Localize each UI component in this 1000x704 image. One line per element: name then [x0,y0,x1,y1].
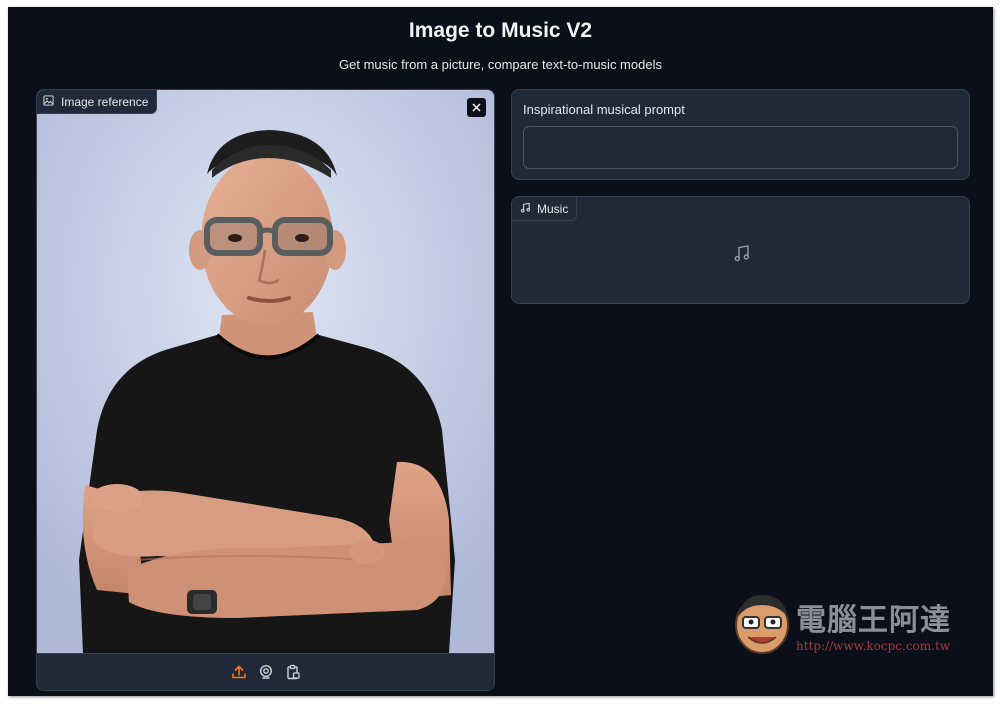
prompt-label: Inspirational musical prompt [523,102,685,117]
prompt-textarea[interactable] [523,126,958,169]
upload-icon[interactable] [230,664,247,681]
watermark: 電腦王阿達 http://www.kocpc.com.tw [730,587,980,662]
music-output-panel: Music [511,196,970,304]
watermark-title: 電腦王阿達 [796,603,951,638]
clear-image-button[interactable] [467,98,486,117]
watermark-logo [735,595,789,654]
app-window: Image to Music V2 Get music from a pictu… [8,7,993,696]
music-note-icon [520,202,531,216]
uploaded-photo [37,90,494,653]
image-source-toolbar [37,653,494,690]
page-subtitle: Get music from a picture, compare text-t… [339,57,662,72]
webcam-icon[interactable] [257,664,274,681]
clipboard-icon[interactable] [284,664,301,681]
close-icon [472,99,481,117]
image-reference-label: Image reference [61,94,149,109]
page-title: Image to Music V2 [408,19,593,42]
music-label: Music [537,201,569,216]
image-reference-panel[interactable]: Image reference [36,89,495,691]
music-placeholder-icon [732,243,752,263]
prompt-panel: Inspirational musical prompt [511,89,970,180]
watermark-url: http://www.kocpc.com.tw [796,639,951,653]
image-icon [43,94,54,109]
image-reference-label-block: Image reference [37,90,158,114]
music-label-block: Music [512,197,578,221]
